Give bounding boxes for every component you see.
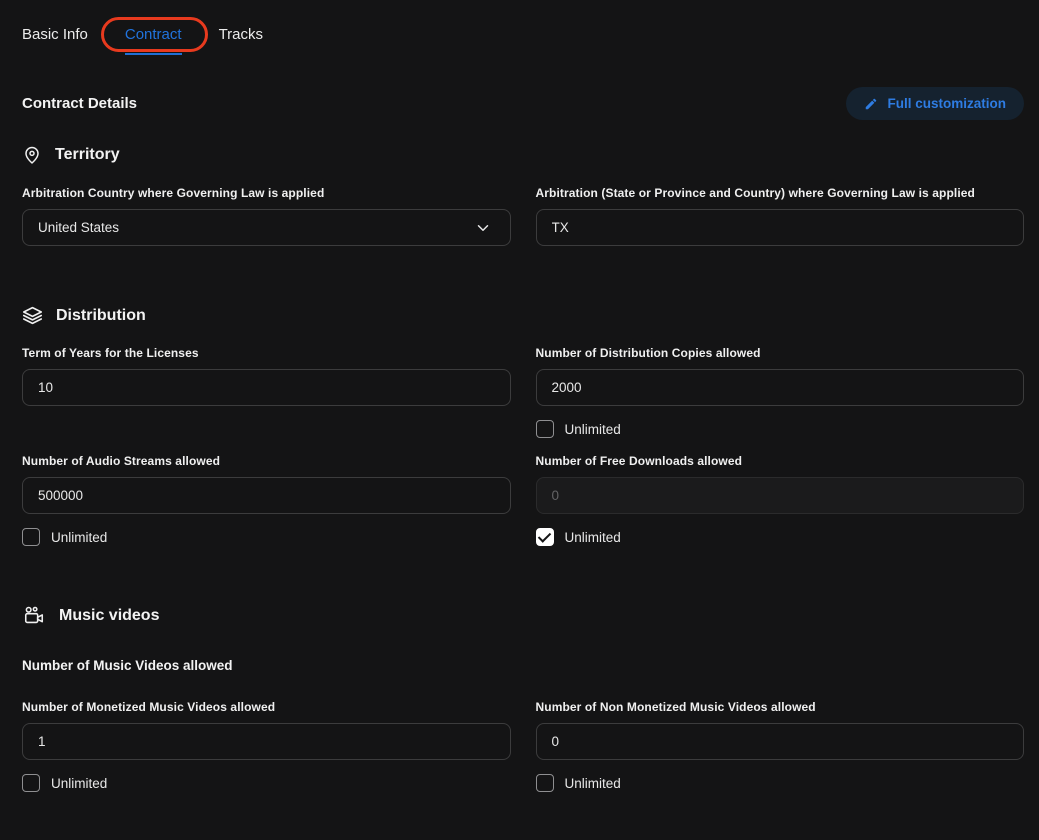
unlimited-label: Unlimited xyxy=(565,422,621,437)
arbitration-country-value: United States xyxy=(38,220,119,235)
arbitration-state-input[interactable] xyxy=(536,209,1025,246)
audio-streams-unlimited-checkbox[interactable]: Unlimited xyxy=(22,528,107,546)
section-territory: Territory Arbitration Country where Gove… xyxy=(22,144,1024,246)
audio-streams-input[interactable] xyxy=(22,477,511,514)
field-arbitration-state: Arbitration (State or Province and Count… xyxy=(536,186,1025,246)
video-camera-icon xyxy=(22,605,46,627)
monetized-videos-label: Number of Monetized Music Videos allowed xyxy=(22,700,511,714)
field-non-monetized-videos: Number of Non Monetized Music Videos all… xyxy=(536,700,1025,792)
territory-header: Territory xyxy=(22,144,1024,166)
tab-contract[interactable]: Contract xyxy=(125,24,182,55)
music-videos-row: Number of Monetized Music Videos allowed… xyxy=(22,700,1024,792)
page-title: Contract Details xyxy=(22,95,137,112)
field-term-years: Term of Years for the Licenses xyxy=(22,346,511,406)
music-videos-title: Music videos xyxy=(59,607,159,625)
chevron-down-icon xyxy=(474,219,492,237)
distribution-copies-unlimited-checkbox[interactable]: Unlimited xyxy=(536,420,621,438)
free-downloads-unlimited-checkbox[interactable]: Unlimited xyxy=(536,528,621,546)
section-music-videos: Music videos Number of Music Videos allo… xyxy=(22,605,1024,792)
territory-fields: Arbitration Country where Governing Law … xyxy=(22,186,1024,246)
distribution-header: Distribution xyxy=(22,305,1024,326)
non-monetized-unlimited-checkbox[interactable]: Unlimited xyxy=(536,774,621,792)
field-distribution-copies: Number of Distribution Copies allowed Un… xyxy=(536,346,1025,438)
distribution-row-2: Number of Audio Streams allowed Unlimite… xyxy=(22,454,1024,546)
tab-basic-info[interactable]: Basic Info xyxy=(22,24,88,55)
section-distribution: Distribution Term of Years for the Licen… xyxy=(22,305,1024,546)
term-years-input[interactable] xyxy=(22,369,511,406)
arbitration-state-label: Arbitration (State or Province and Count… xyxy=(536,186,1025,200)
unlimited-label: Unlimited xyxy=(565,530,621,545)
audio-streams-label: Number of Audio Streams allowed xyxy=(22,454,511,468)
header-row: Contract Details Full customization xyxy=(22,87,1024,120)
tab-bar: Basic Info Contract Tracks xyxy=(22,24,1024,55)
full-customization-label: Full customization xyxy=(887,96,1006,111)
unlimited-label: Unlimited xyxy=(51,776,107,791)
full-customization-button[interactable]: Full customization xyxy=(846,87,1024,120)
non-monetized-videos-label: Number of Non Monetized Music Videos all… xyxy=(536,700,1025,714)
music-videos-subheading: Number of Music Videos allowed xyxy=(22,658,1024,673)
unlimited-label: Unlimited xyxy=(51,530,107,545)
checkbox-icon xyxy=(536,774,554,792)
distribution-row-1: Term of Years for the Licenses Number of… xyxy=(22,346,1024,438)
distribution-copies-input[interactable] xyxy=(536,369,1025,406)
free-downloads-label: Number of Free Downloads allowed xyxy=(536,454,1025,468)
territory-title: Territory xyxy=(55,146,120,164)
tab-contract-wrap: Contract xyxy=(125,24,182,55)
field-monetized-videos: Number of Monetized Music Videos allowed… xyxy=(22,700,511,792)
unlimited-label: Unlimited xyxy=(565,776,621,791)
monetized-unlimited-checkbox[interactable]: Unlimited xyxy=(22,774,107,792)
term-years-label: Term of Years for the Licenses xyxy=(22,346,511,360)
free-downloads-input xyxy=(536,477,1025,514)
distribution-copies-label: Number of Distribution Copies allowed xyxy=(536,346,1025,360)
non-monetized-videos-input[interactable] xyxy=(536,723,1025,760)
layers-icon xyxy=(22,305,43,326)
music-videos-header: Music videos xyxy=(22,605,1024,627)
contract-page: Basic Info Contract Tracks Contract Deta… xyxy=(0,0,1039,792)
tab-tracks[interactable]: Tracks xyxy=(219,24,263,55)
checkbox-icon xyxy=(22,528,40,546)
monetized-videos-input[interactable] xyxy=(22,723,511,760)
location-pin-icon xyxy=(22,144,42,166)
checkbox-icon xyxy=(22,774,40,792)
pencil-edit-icon xyxy=(864,97,878,111)
field-arbitration-country: Arbitration Country where Governing Law … xyxy=(22,186,511,246)
checkbox-icon xyxy=(536,420,554,438)
checkbox-checked-icon xyxy=(536,528,554,546)
distribution-title: Distribution xyxy=(56,307,146,325)
field-audio-streams: Number of Audio Streams allowed Unlimite… xyxy=(22,454,511,546)
field-free-downloads: Number of Free Downloads allowed Unlimit… xyxy=(536,454,1025,546)
arbitration-country-label: Arbitration Country where Governing Law … xyxy=(22,186,511,200)
arbitration-country-select[interactable]: United States xyxy=(22,209,511,246)
